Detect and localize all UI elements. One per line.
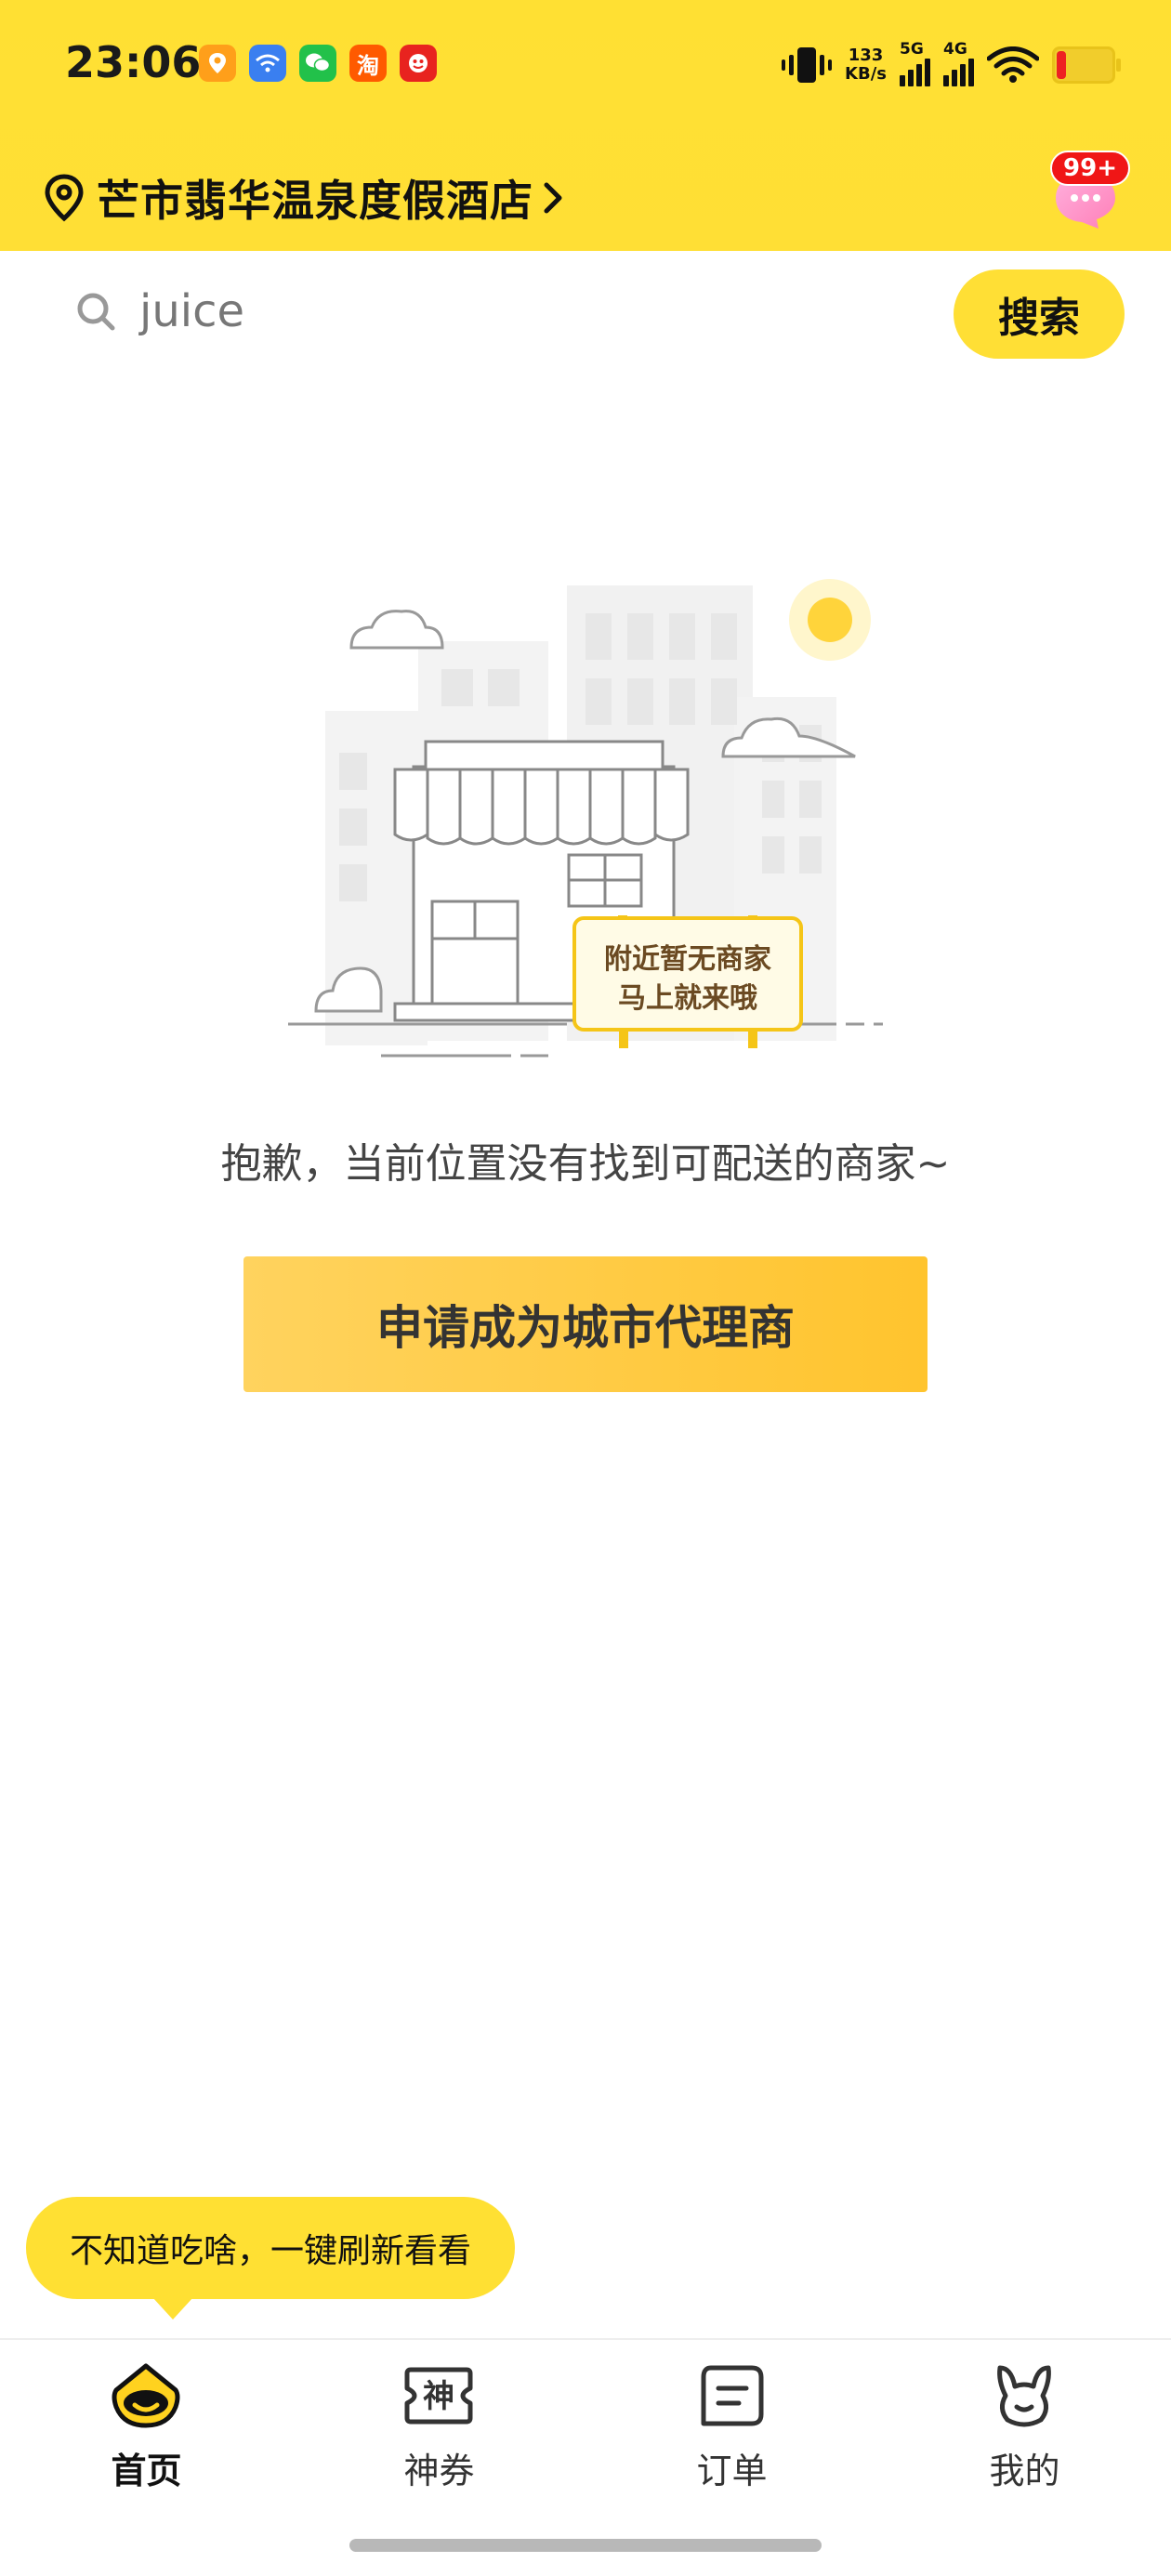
empty-store-illustration: 附近暂无商家 马上就来哦 [288, 579, 883, 1058]
signal-5g-icon: 5G [900, 40, 930, 86]
coupon-icon: 神 [404, 2367, 473, 2425]
cloud-left [349, 610, 444, 650]
status-bar: 23:06 淘 133 KB/s 5G 4G [0, 0, 1171, 130]
tab-orders-label: 订单 [696, 2451, 768, 2491]
profile-icon [997, 2365, 1051, 2427]
wifi-app-icon [249, 45, 286, 82]
tab-coupons-label: 神券 [403, 2451, 475, 2491]
tab-profile[interactable]: 我的 [878, 2340, 1171, 2526]
location-selector[interactable]: 芒市翡华温泉度假酒店 [43, 167, 567, 229]
wechat-icon [299, 45, 336, 82]
home-indicator[interactable] [349, 2539, 822, 2552]
status-time: 23:06 [65, 37, 202, 87]
wifi-icon [987, 46, 1039, 83]
tab-coupons[interactable]: 神 神券 [293, 2340, 586, 2526]
location-name: 芒市翡华温泉度假酒店 [97, 176, 533, 226]
apply-city-agent-button[interactable]: 申请成为城市代理商 [243, 1256, 928, 1392]
tab-home-label: 首页 [111, 2451, 182, 2491]
svg-text:神: 神 [423, 2378, 454, 2415]
bottom-tab-bar: 首页 神 神券 订单 我的 [0, 2338, 1171, 2526]
refresh-tip-tooltip[interactable]: 不知道吃啥，一键刷新看看 [26, 2197, 515, 2320]
battery-icon [1052, 46, 1121, 84]
sign-text-line-2: 马上就来哦 [618, 982, 757, 1015]
tab-orders[interactable]: 订单 [586, 2340, 878, 2526]
chevron-right-icon [544, 182, 562, 214]
taobao-icon: 淘 [349, 45, 387, 82]
sun-icon [808, 598, 852, 642]
search-icon [77, 293, 115, 331]
search-button[interactable]: 搜索 [954, 269, 1125, 359]
network-speed: 133 KB/s [845, 46, 887, 84]
message-count-badge: 99+ [1050, 151, 1130, 186]
app-header: 23:06 淘 133 KB/s 5G 4G 芒市翡华温泉度假酒店 99+ [0, 0, 1171, 251]
home-icon [112, 2363, 180, 2428]
empty-state-message: 抱歉，当前位置没有找到可配送的商家~ [220, 1140, 951, 1188]
search-input[interactable]: juice [74, 279, 874, 344]
store-awning [393, 768, 690, 846]
sign-text-line-1: 附近暂无商家 [604, 943, 771, 976]
map-pin-app-icon [199, 45, 236, 82]
status-indicators: 133 KB/s 5G 4G [782, 37, 1121, 93]
signal-4g-icon: 4G [943, 40, 974, 86]
vibrate-icon [782, 47, 833, 83]
order-icon [701, 2365, 764, 2426]
tab-profile-label: 我的 [989, 2451, 1060, 2491]
location-pin-icon [45, 174, 84, 222]
mascot-app-icon [400, 45, 437, 82]
store-roof [424, 740, 664, 773]
search-query: juice [139, 285, 245, 337]
tab-home[interactable]: 首页 [0, 2340, 293, 2526]
